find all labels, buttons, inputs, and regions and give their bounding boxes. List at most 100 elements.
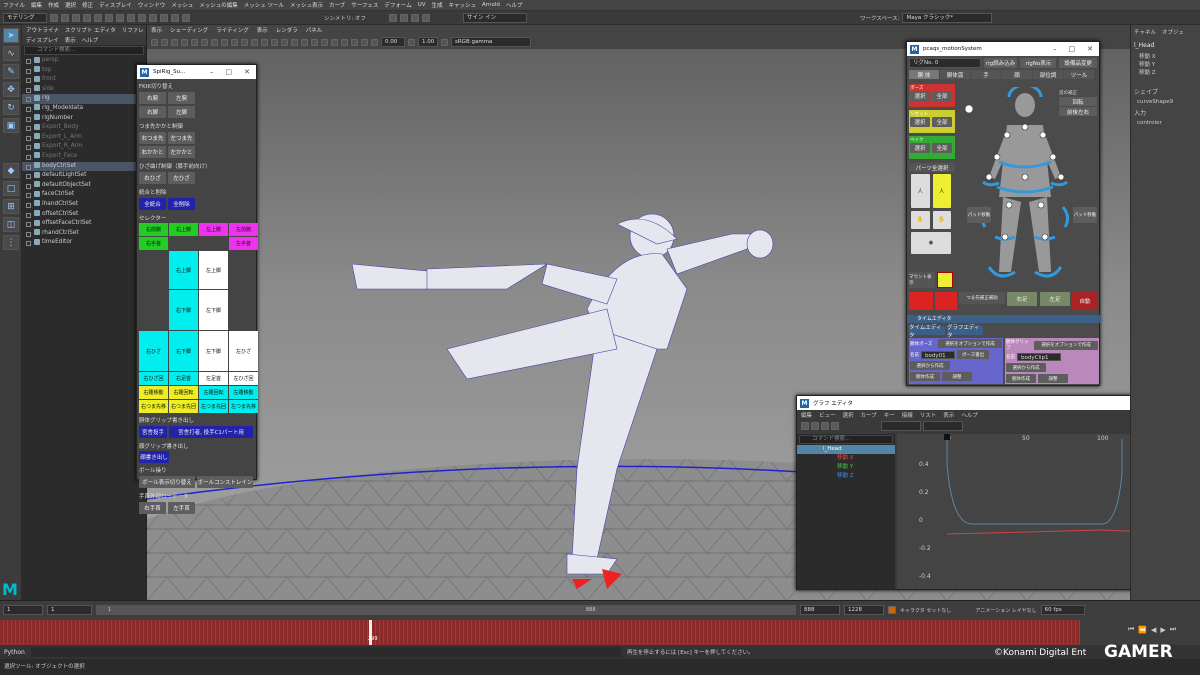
expand-icon[interactable] [26,126,31,132]
outliner-item[interactable]: timeEditor [22,238,146,248]
fps-dropdown[interactable]: 60 fps [1040,605,1085,615]
auto-key-icon[interactable] [888,606,896,614]
outliner-toggle-icon[interactable]: ⋮ [3,235,19,250]
anim-layer-label[interactable]: アニメーション レイヤなし [975,607,1036,614]
rig-button[interactable]: 左つま先 [168,132,195,144]
menu-item-5[interactable]: ディスプレイ [99,1,132,9]
close-icon[interactable]: ✕ [244,68,250,76]
selector-cell[interactable]: 左踵移動 [229,386,258,399]
channel-tab-1[interactable]: オブジェ [1162,28,1184,36]
menu-item-14[interactable]: UV [418,2,426,8]
foot-correct-button[interactable]: つま先補正補助 [959,292,1005,304]
end-frame-field[interactable]: 888 [800,605,840,615]
scale-tool-icon[interactable]: ▣ [3,118,19,133]
face-part-icon[interactable]: ◉ [911,232,951,254]
wireframe-on-shaded-icon[interactable] [271,38,278,46]
timeeditor-tab-1[interactable]: グラフエディタ [947,325,983,339]
menu-item-6[interactable]: ウィンドウ [138,1,166,9]
time-marker-icon[interactable] [944,434,950,440]
hypershade-icon[interactable] [421,13,430,22]
rig-button[interactable]: 右つま先 [139,132,166,144]
minimize-icon[interactable]: – [210,68,214,76]
play-icon[interactable]: ▶ [1160,626,1165,634]
selector-cell[interactable]: 左足首 [199,372,228,385]
graph-search-input[interactable]: コマンド検索... [799,435,893,444]
face-export-button[interactable]: 顔書き出し [139,451,169,463]
shadows-icon[interactable] [301,38,308,46]
rig-button[interactable]: 全統合 [139,198,166,210]
expand-icon[interactable] [26,154,31,160]
outliner-item[interactable]: top [22,66,146,76]
colorspace-dropdown[interactable]: sRGB gamma [451,37,531,47]
ipr-icon[interactable] [399,13,408,22]
selector-cell[interactable]: 左下脚 [199,290,228,330]
graph-menu-5[interactable]: 接線 [902,411,913,419]
rig-load-button[interactable]: rig読み込み [983,58,1018,68]
rigno-show-toggle[interactable]: rigNo表示 [1020,58,1057,68]
menu-item-15[interactable]: 生成 [432,1,443,9]
undo-icon[interactable] [83,13,91,22]
graph-channel-row[interactable]: 移動 X [797,454,895,463]
render-icon[interactable] [388,13,397,22]
motion-select-button[interactable]: 選択 [910,117,930,127]
viewport-menu-4[interactable]: レンダラ [276,26,298,34]
selector-cell[interactable]: 右上脚 [169,251,198,289]
menu-item-12[interactable]: サーフェス [351,1,378,9]
region-icon[interactable] [831,421,839,430]
lasso-tool-icon[interactable]: ∿ [3,46,19,61]
value-field[interactable] [923,420,963,431]
grip-export-button[interactable]: 宮舎投手 [139,426,167,438]
selector-cell[interactable]: 右踵回転 [169,386,198,399]
expand-icon[interactable] [26,241,31,247]
range-bar[interactable]: 1 888 [96,605,796,615]
camera-icon[interactable] [151,38,158,46]
graph-menu-8[interactable]: ヘルプ [961,411,978,419]
selector-cell[interactable]: 右足首 [169,372,198,385]
pose-name-field[interactable]: body01 [921,350,955,359]
selector-cell[interactable]: 左上腕 [199,223,228,236]
selector-cell[interactable]: 左つま先回 [199,400,228,413]
selector-cell[interactable]: 右下脚 [169,290,198,330]
maximize-icon[interactable]: □ [226,68,233,76]
outliner-item[interactable]: rigNumber [22,114,146,124]
outliner-item[interactable]: rig_Modeldata [22,104,146,114]
selector-cell[interactable]: 左前腕 [229,223,258,236]
mount-toggle[interactable]: マウント表示 [909,272,935,288]
selector-cell[interactable]: 左つま先移 [229,400,258,413]
viewport-menu-2[interactable]: ライティング [216,26,249,34]
motion-tab-4[interactable]: 部位調 [1033,70,1063,79]
menu-item-1[interactable]: 編集 [31,1,42,9]
symmetry-label[interactable]: シンメトリ: オフ [324,14,366,22]
lights-icon[interactable] [291,38,298,46]
pose-export-button[interactable]: ポーズ書出 [957,350,989,359]
wrist-right-button[interactable]: 右手首 [139,502,166,514]
python-label[interactable]: Python [4,649,25,656]
ball-constrain-button[interactable]: ボールコンストレイン [197,476,253,488]
last-tool-icon[interactable]: ◆ [3,163,19,178]
start-frame-field[interactable]: 1 [3,605,43,615]
body-part-icon[interactable]: 人 [911,174,930,208]
minimize-icon[interactable]: – [1053,45,1057,53]
outliner-item[interactable]: Export_Body [22,123,146,133]
play-back-icon[interactable]: ◀ [1151,626,1156,634]
gate-mask-icon[interactable] [221,38,228,46]
pose-optcreate-button[interactable]: 選択をオプションで作成 [938,339,1002,348]
outliner-item[interactable]: faceCtrlSet [22,190,146,200]
expand-icon[interactable] [26,59,31,64]
menu-item-7[interactable]: メッシュ [171,1,193,9]
pad-move-left-button[interactable]: パッド移動 [967,207,991,223]
expand-icon[interactable] [26,87,31,93]
wrist-left-button[interactable]: 左手首 [168,502,195,514]
outliner-item[interactable]: Export_L_Arm [22,133,146,143]
graph-node-row[interactable]: l_Head [797,445,895,454]
rig-button[interactable]: 左ひざ [168,172,195,184]
expand-icon[interactable] [26,222,31,228]
render-settings-icon[interactable] [410,13,419,22]
goto-end-icon[interactable]: ⏭ [1170,625,1176,634]
timeeditor-tab-0[interactable]: タイムエディタ [909,325,945,339]
film-gate-icon[interactable] [201,38,208,46]
outliner-item[interactable]: front [22,75,146,85]
auto-button[interactable]: 自動 [1072,292,1098,310]
motion-all-button[interactable]: 全部 [932,117,952,127]
smooth-shade-icon[interactable] [261,38,268,46]
